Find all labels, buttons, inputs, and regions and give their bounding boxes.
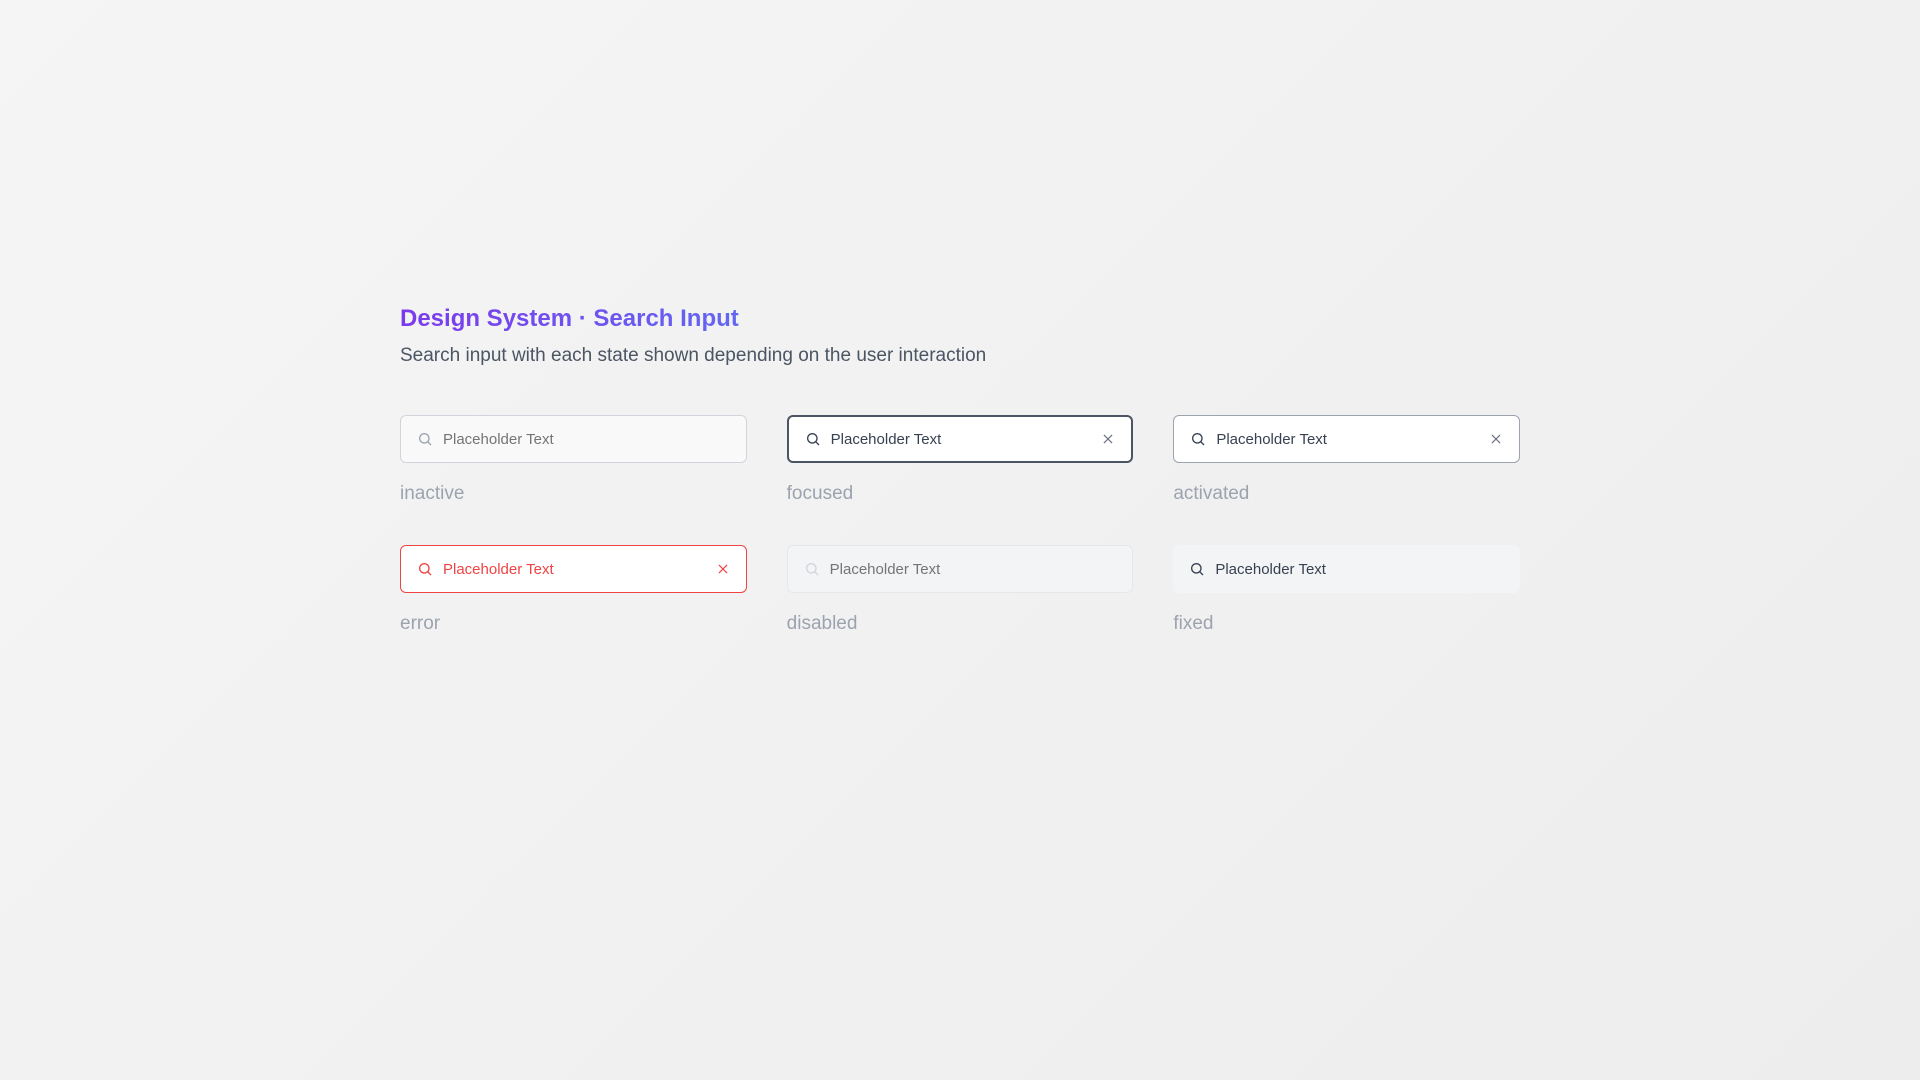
search-item-inactive: inactive [400, 415, 747, 505]
search-icon [805, 431, 821, 447]
search-field-fixed: Placeholder Text [1215, 561, 1504, 578]
page-title: Design System · Search Input [400, 305, 1520, 333]
search-field-activated[interactable]: Placeholder Text [1216, 431, 1479, 448]
search-icon [417, 561, 433, 577]
search-states-grid: inactive Placeholder Text focused [400, 415, 1520, 635]
search-field-inactive[interactable] [443, 431, 730, 448]
search-item-focused: Placeholder Text focused [787, 415, 1134, 505]
search-item-disabled: disabled [787, 545, 1134, 635]
search-icon [1189, 561, 1205, 577]
page-subtitle: Search input with each state shown depen… [400, 345, 1520, 367]
close-icon[interactable] [716, 562, 730, 576]
search-input-disabled [787, 545, 1134, 593]
close-icon[interactable] [1101, 432, 1115, 446]
search-input-inactive[interactable] [400, 415, 747, 463]
search-input-error[interactable]: Placeholder Text [400, 545, 747, 593]
search-field-focused[interactable]: Placeholder Text [831, 431, 1092, 448]
search-icon [417, 431, 433, 447]
state-label-activated: activated [1173, 483, 1520, 505]
search-input-activated[interactable]: Placeholder Text [1173, 415, 1520, 463]
state-label-focused: focused [787, 483, 1134, 505]
state-label-inactive: inactive [400, 483, 747, 505]
search-icon [804, 561, 820, 577]
search-icon [1190, 431, 1206, 447]
design-system-container: Design System · Search Input Search inpu… [400, 305, 1520, 635]
search-item-activated: Placeholder Text activated [1173, 415, 1520, 505]
search-item-fixed: Placeholder Text fixed [1173, 545, 1520, 635]
search-field-disabled [830, 561, 1117, 578]
close-icon[interactable] [1489, 432, 1503, 446]
search-item-error: Placeholder Text error [400, 545, 747, 635]
state-label-disabled: disabled [787, 613, 1134, 635]
search-field-error[interactable]: Placeholder Text [443, 561, 706, 578]
state-label-fixed: fixed [1173, 613, 1520, 635]
search-input-fixed: Placeholder Text [1173, 545, 1520, 593]
search-input-focused[interactable]: Placeholder Text [787, 415, 1134, 463]
state-label-error: error [400, 613, 747, 635]
